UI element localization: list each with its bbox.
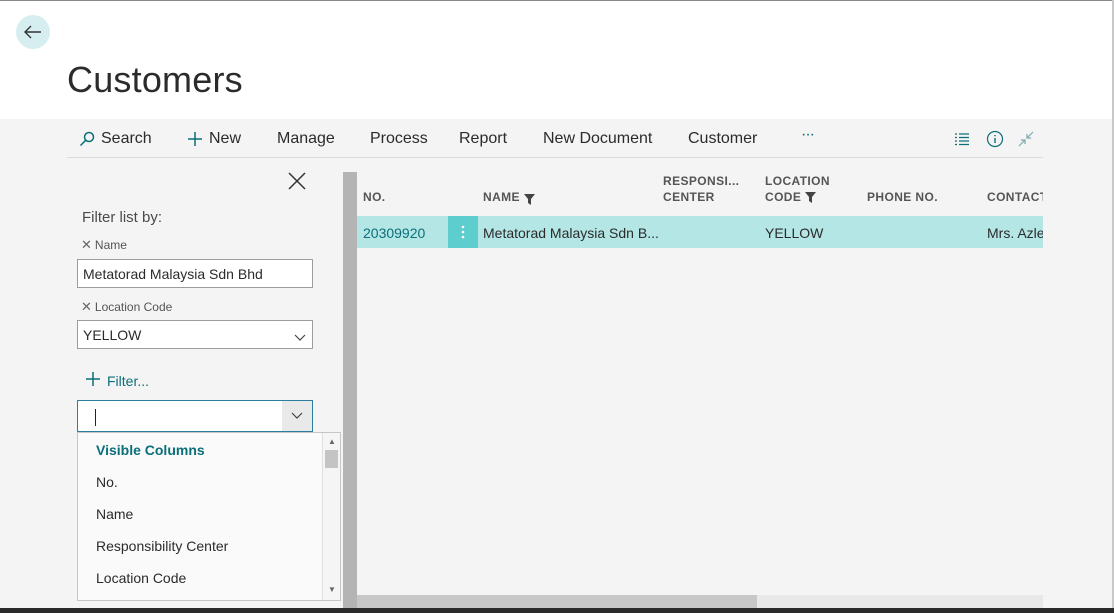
arrow-left-icon <box>24 25 41 39</box>
column-header-no[interactable]: NO. <box>363 189 386 205</box>
column-header-location-code[interactable]: LOCATION CODE <box>765 173 830 205</box>
new-label: New <box>209 130 242 147</box>
column-header-name[interactable]: NAME <box>483 189 535 205</box>
back-button[interactable] <box>16 15 50 49</box>
remove-name-filter-icon[interactable]: ✕ <box>81 237 92 253</box>
add-filter-label: Filter... <box>107 372 150 389</box>
close-icon[interactable] <box>287 171 307 191</box>
window-bottom-border <box>0 608 1114 613</box>
location-code-value: YELLOW <box>83 327 142 343</box>
search-label: Search <box>101 130 152 147</box>
name-filter-label: ✕ Name <box>81 237 127 253</box>
filter-heading: Filter list by: <box>82 209 163 226</box>
remove-location-code-filter-icon[interactable]: ✕ <box>81 299 92 315</box>
pane-splitter[interactable] <box>343 172 357 608</box>
cell-contact: Mrs. Azle <box>987 225 1043 241</box>
new-button[interactable]: New <box>187 130 241 148</box>
dropdown-scrollbar[interactable]: ▲ ▼ <box>322 433 340 600</box>
dropdown-item-name[interactable]: Name <box>96 506 133 522</box>
customer-list: NO. NAME RESPONSI... CENTER LOCATION COD… <box>357 159 1043 595</box>
location-code-filter-field[interactable]: YELLOW <box>77 320 313 349</box>
cell-name: Metatorad Malaysia Sdn B... <box>483 225 659 241</box>
filter-icon <box>805 191 817 203</box>
dropdown-toggle-button[interactable] <box>282 401 312 431</box>
filter-icon <box>523 194 535 205</box>
info-icon[interactable] <box>986 130 1004 148</box>
list-view-icon[interactable] <box>954 132 970 146</box>
action-bar: Search New Manage Process Report New Doc… <box>67 124 1043 158</box>
column-header-phone-no[interactable]: PHONE NO. <box>867 189 938 205</box>
manage-menu[interactable]: Manage <box>277 130 335 148</box>
dropdown-group-header: Visible Columns <box>96 442 205 458</box>
column-header-contact[interactable]: CONTACT <box>987 189 1043 205</box>
table-row[interactable]: 20309920 Metatorad Malaysia Sdn B... YEL… <box>357 216 1043 248</box>
chevron-down-icon <box>291 412 303 419</box>
column-header-responsibility-center[interactable]: RESPONSI... CENTER <box>663 173 739 205</box>
name-filter-field[interactable]: Metatorad Malaysia Sdn Bhd <box>77 259 313 288</box>
scroll-up-icon[interactable]: ▲ <box>327 437 337 447</box>
search-button[interactable]: Search <box>79 130 152 148</box>
field-dropdown-list: Visible Columns No. Name Responsibility … <box>77 432 341 601</box>
new-document-menu[interactable]: New Document <box>543 130 652 148</box>
dropdown-item-responsibility-center[interactable]: Responsibility Center <box>96 538 228 554</box>
more-options-button[interactable]: ··· <box>801 126 815 144</box>
more-vertical-icon <box>461 225 465 239</box>
add-filter-link[interactable]: Filter... <box>85 371 149 390</box>
search-icon <box>79 131 95 147</box>
customer-menu[interactable]: Customer <box>688 130 757 148</box>
process-menu[interactable]: Process <box>370 130 428 148</box>
location-code-filter-label: ✕ Location Code <box>81 299 173 315</box>
plus-icon <box>85 371 101 390</box>
cell-no[interactable]: 20309920 <box>363 225 447 241</box>
cell-location-code: YELLOW <box>765 225 824 241</box>
scroll-down-icon[interactable]: ▼ <box>327 585 337 595</box>
page-title: Customers <box>67 59 243 100</box>
text-caret <box>95 409 96 426</box>
collapse-icon[interactable] <box>1018 131 1034 147</box>
row-actions-button[interactable] <box>448 216 478 248</box>
dropdown-item-location-code[interactable]: Location Code <box>96 570 186 586</box>
report-menu[interactable]: Report <box>459 130 507 148</box>
dropdown-item-no[interactable]: No. <box>96 474 118 490</box>
filter-field-picker[interactable] <box>77 400 313 432</box>
plus-icon <box>187 131 203 147</box>
chevron-down-icon <box>294 329 306 345</box>
dropdown-scroll-thumb[interactable] <box>325 450 338 468</box>
horizontal-scrollbar[interactable] <box>357 595 1043 608</box>
page-header: Customers <box>0 1 1112 119</box>
horizontal-scroll-thumb[interactable] <box>357 595 757 608</box>
